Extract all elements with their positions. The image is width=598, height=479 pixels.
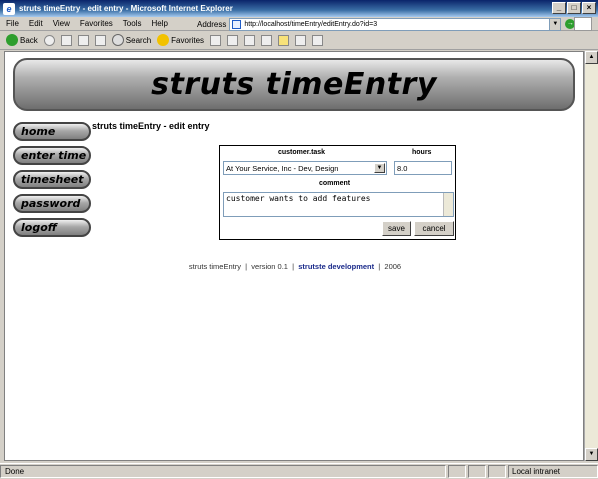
page-icon bbox=[232, 19, 242, 29]
customer-task-value: At Your Service, Inc - Dev, Design bbox=[226, 163, 339, 173]
page-scrollbar[interactable]: ▲ ▼ bbox=[584, 51, 598, 461]
menu-file[interactable]: File bbox=[6, 19, 19, 28]
media-icon[interactable] bbox=[210, 34, 222, 46]
window-title: struts timeEntry - edit entry - Microsof… bbox=[19, 4, 233, 13]
folder-icon[interactable] bbox=[278, 34, 290, 46]
window-titlebar: e struts timeEntry - edit entry - Micros… bbox=[0, 0, 598, 17]
maximize-button[interactable]: □ bbox=[567, 2, 581, 14]
search-button[interactable]: Search bbox=[111, 34, 152, 46]
favorites-label: Favorites bbox=[171, 35, 205, 45]
star-icon bbox=[157, 34, 170, 46]
footer-link[interactable]: strutste development bbox=[298, 262, 374, 271]
address-bar: Address http://localhost/timeEntry/editE… bbox=[197, 17, 588, 31]
print-icon[interactable] bbox=[244, 34, 256, 46]
customer-task-select[interactable]: At Your Service, Inc - Dev, Design ▼ bbox=[223, 161, 387, 175]
scroll-down-icon[interactable]: ▼ bbox=[585, 448, 598, 461]
ie-logo-icon: e bbox=[3, 2, 15, 15]
footer: struts timeEntry | version 0.1 | strutst… bbox=[5, 262, 583, 271]
mail-icon[interactable] bbox=[227, 34, 239, 46]
windows-logo-icon bbox=[574, 17, 592, 31]
address-dropdown-icon[interactable]: ▼ bbox=[549, 18, 561, 30]
menu-favorites[interactable]: Favorites bbox=[80, 19, 113, 28]
scroll-up-icon[interactable]: ▲ bbox=[585, 51, 598, 64]
status-segment bbox=[488, 465, 506, 478]
save-button[interactable]: save bbox=[382, 221, 411, 236]
banner-title: struts timeEntry bbox=[151, 67, 437, 102]
customer-task-label: customer.task bbox=[278, 149, 326, 156]
comment-value: customer wants to add features bbox=[226, 194, 371, 203]
comment-scrollbar[interactable] bbox=[443, 193, 453, 216]
refresh-icon[interactable] bbox=[77, 34, 89, 46]
comment-label: comment bbox=[319, 180, 351, 187]
footer-separator: | bbox=[245, 262, 248, 271]
nav-logoff[interactable]: logoff bbox=[13, 218, 91, 237]
page-title: struts timeEntry - edit entry bbox=[92, 121, 210, 131]
status-segment bbox=[468, 465, 486, 478]
search-icon bbox=[111, 34, 124, 46]
favorites-button[interactable]: Favorites bbox=[157, 34, 204, 46]
address-input[interactable]: http://localhost/timeEntry/editEntry.do?… bbox=[229, 17, 562, 31]
footer-version: version 0.1 bbox=[251, 262, 288, 271]
browser-toolbar: Back Search Favorites bbox=[0, 31, 598, 50]
back-arrow-icon bbox=[6, 34, 18, 46]
menu-edit[interactable]: Edit bbox=[29, 19, 43, 28]
cancel-button[interactable]: cancel bbox=[414, 221, 454, 236]
nav-menu: home enter time timesheet password logof… bbox=[13, 122, 91, 242]
back-label: Back bbox=[20, 35, 38, 45]
status-segment bbox=[448, 465, 466, 478]
search-label: Search bbox=[125, 35, 152, 45]
home-icon[interactable] bbox=[94, 34, 106, 46]
hours-value: 8.0 bbox=[397, 163, 408, 173]
footer-app: struts timeEntry bbox=[188, 262, 241, 271]
nav-home[interactable]: home bbox=[13, 122, 91, 141]
security-zone: Local intranet bbox=[508, 465, 598, 478]
footer-year: 2006 bbox=[384, 262, 402, 271]
back-button[interactable]: Back bbox=[6, 34, 38, 46]
minimize-button[interactable]: _ bbox=[552, 2, 566, 14]
page-content: struts timeEntry home enter time timeshe… bbox=[4, 51, 584, 461]
address-url: http://localhost/timeEntry/editEntry.do?… bbox=[244, 20, 378, 28]
edit-entry-form: customer.task hours At Your Service, Inc… bbox=[219, 145, 456, 240]
forward-icon[interactable] bbox=[43, 34, 55, 46]
banner: struts timeEntry bbox=[13, 58, 575, 111]
comment-textarea[interactable]: customer wants to add features bbox=[223, 192, 454, 217]
stop-icon[interactable] bbox=[60, 34, 72, 46]
hours-label: hours bbox=[412, 149, 432, 156]
menu-view[interactable]: View bbox=[53, 19, 70, 28]
menu-help[interactable]: Help bbox=[151, 19, 167, 28]
menu-tools[interactable]: Tools bbox=[123, 19, 142, 28]
footer-separator: | bbox=[292, 262, 295, 271]
research-icon[interactable] bbox=[295, 34, 307, 46]
close-button[interactable]: × bbox=[582, 2, 596, 14]
status-bar: Done Local intranet bbox=[0, 463, 598, 479]
status-text: Done bbox=[0, 465, 446, 478]
footer-separator: | bbox=[378, 262, 381, 271]
nav-enter-time[interactable]: enter time bbox=[13, 146, 91, 165]
hours-field[interactable]: 8.0 bbox=[394, 161, 452, 175]
address-label: Address bbox=[197, 19, 227, 29]
chevron-down-icon[interactable]: ▼ bbox=[374, 163, 385, 173]
messenger-icon[interactable] bbox=[312, 34, 324, 46]
edit-icon[interactable] bbox=[261, 34, 273, 46]
nav-timesheet[interactable]: timesheet bbox=[13, 170, 91, 189]
nav-password[interactable]: password bbox=[13, 194, 91, 213]
